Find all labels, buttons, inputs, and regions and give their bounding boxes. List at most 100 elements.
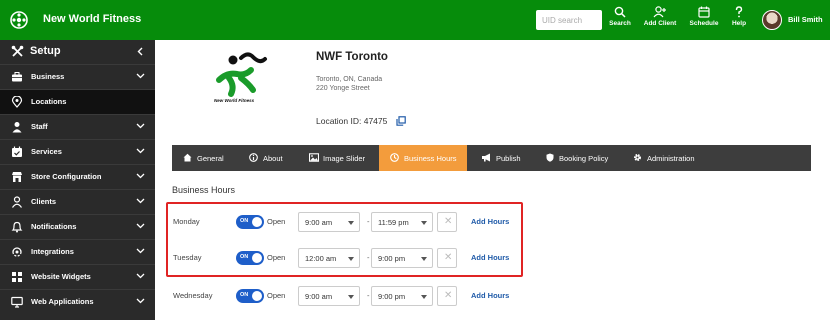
tab-general[interactable]: General — [172, 145, 238, 171]
sidebar: Setup Business Locations Staff Services … — [0, 40, 155, 320]
tab-label: About — [263, 154, 283, 163]
sidebar-header[interactable]: Setup — [0, 40, 155, 64]
schedule-button[interactable]: Schedule — [689, 6, 719, 27]
sidebar-item-locations[interactable]: Locations — [0, 89, 155, 114]
add-hours-link[interactable]: Add Hours — [471, 291, 509, 300]
chevron-down-icon — [136, 223, 145, 229]
remove-hours-button[interactable]: ✕ — [437, 212, 457, 232]
shield-icon — [546, 153, 554, 162]
open-label: Open — [267, 253, 286, 262]
sidebar-item-web-applications[interactable]: Web Applications — [0, 289, 155, 314]
tools-icon — [11, 45, 24, 57]
briefcase-icon — [12, 72, 22, 82]
add-client-button[interactable]: Add Client — [643, 6, 677, 27]
time-separator: - — [367, 291, 370, 300]
bell-icon — [11, 221, 23, 233]
sidebar-item-notifications[interactable]: Notifications — [0, 214, 155, 239]
chevron-down-icon — [136, 298, 145, 304]
add-client-label: Add Client — [643, 20, 677, 27]
location-tabs: General About Image Slider Business Hour… — [172, 145, 811, 171]
open-time-select[interactable]: 9:00 am — [298, 212, 360, 232]
info-icon — [249, 153, 258, 162]
hours-row-monday: Monday ON Open 9:00 am - 11:59 pm ✕ Add … — [172, 212, 532, 232]
open-time-select[interactable]: 9:00 am — [298, 286, 360, 306]
tab-label: Booking Policy — [559, 154, 609, 163]
remove-hours-button[interactable]: ✕ — [437, 248, 457, 268]
uid-search-input[interactable] — [536, 10, 602, 30]
search-label: Search — [609, 20, 631, 27]
copy-icon[interactable] — [396, 116, 406, 126]
add-hours-link[interactable]: Add Hours — [471, 217, 509, 226]
hours-row-wednesday: Wednesday ON Open 9:00 am - 9:00 pm ✕ Ad… — [172, 286, 532, 306]
store-icon — [12, 172, 22, 182]
sidebar-item-business[interactable]: Business — [0, 64, 155, 89]
time-separator: - — [367, 253, 370, 262]
toggle-on-label: ON — [240, 218, 249, 224]
open-label: Open — [267, 217, 286, 226]
chevron-left-icon[interactable] — [137, 47, 143, 56]
tab-administration[interactable]: Administration — [621, 145, 711, 171]
clock-icon — [390, 153, 399, 162]
avatar[interactable] — [762, 10, 782, 30]
close-icon: ✕ — [444, 252, 453, 263]
close-time-select[interactable]: 9:00 pm — [371, 248, 433, 268]
close-icon: ✕ — [444, 216, 453, 227]
close-icon: ✕ — [444, 290, 453, 301]
caret-down-icon — [421, 295, 427, 299]
sidebar-item-label: Notifications — [31, 222, 77, 231]
chevron-down-icon — [136, 198, 145, 204]
location-pin-icon — [11, 96, 23, 108]
services-icon — [12, 146, 22, 157]
open-toggle[interactable]: ON — [236, 251, 264, 265]
chevron-down-icon — [136, 173, 145, 179]
tab-booking-policy[interactable]: Booking Policy — [529, 145, 621, 171]
tab-label: Administration — [647, 154, 695, 163]
open-time-select[interactable]: 12:00 am — [298, 248, 360, 268]
open-time-value: 9:00 am — [305, 218, 333, 227]
chevron-down-icon — [136, 248, 145, 254]
close-time-select[interactable]: 9:00 pm — [371, 286, 433, 306]
sidebar-item-clients[interactable]: Clients — [0, 189, 155, 214]
home-icon — [183, 153, 192, 162]
tab-about[interactable]: About — [238, 145, 295, 171]
sidebar-item-staff[interactable]: Staff — [0, 114, 155, 139]
search-button[interactable]: Search — [608, 6, 632, 27]
sidebar-item-services[interactable]: Services — [0, 139, 155, 164]
close-time-value: 9:00 pm — [378, 254, 406, 263]
user-icon — [12, 196, 22, 208]
location-id: Location ID: 47475 — [316, 116, 388, 126]
hours-row-tuesday: Tuesday ON Open 12:00 am - 9:00 pm ✕ Add… — [172, 248, 532, 268]
caret-down-icon — [421, 221, 427, 225]
caret-down-icon — [348, 257, 354, 261]
tab-label: Publish — [496, 154, 521, 163]
staff-icon — [12, 122, 22, 133]
sidebar-item-label: Locations — [31, 97, 67, 106]
sidebar-item-integrations[interactable]: Integrations — [0, 239, 155, 264]
sidebar-item-label: Store Configuration — [31, 172, 102, 181]
app-title: New World Fitness — [43, 13, 142, 25]
logo-icon[interactable] — [10, 11, 28, 29]
user-name: Bill Smith — [788, 15, 823, 24]
time-separator: - — [367, 217, 370, 226]
toggle-on-label: ON — [240, 292, 249, 298]
day-label: Tuesday — [173, 253, 202, 262]
sidebar-item-website-widgets[interactable]: Website Widgets — [0, 264, 155, 289]
sidebar-item-label: Clients — [31, 197, 57, 206]
add-hours-link[interactable]: Add Hours — [471, 253, 509, 262]
chevron-down-icon — [136, 148, 145, 154]
open-toggle[interactable]: ON — [236, 215, 264, 229]
add-user-icon — [653, 6, 666, 18]
brand-caption: New World Fitness — [214, 98, 255, 103]
image-icon — [309, 153, 319, 162]
tab-publish[interactable]: Publish — [467, 145, 529, 171]
tab-business-hours[interactable]: Business Hours — [379, 145, 467, 171]
sidebar-item-label: Web Applications — [31, 297, 94, 306]
remove-hours-button[interactable]: ✕ — [437, 286, 457, 306]
close-time-select[interactable]: 11:59 pm — [371, 212, 433, 232]
close-time-value: 11:59 pm — [378, 218, 409, 227]
open-toggle[interactable]: ON — [236, 289, 264, 303]
gear-icon — [633, 153, 642, 162]
help-button[interactable]: Help — [729, 6, 749, 27]
sidebar-item-store-configuration[interactable]: Store Configuration — [0, 164, 155, 189]
tab-image-slider[interactable]: Image Slider — [295, 145, 379, 171]
